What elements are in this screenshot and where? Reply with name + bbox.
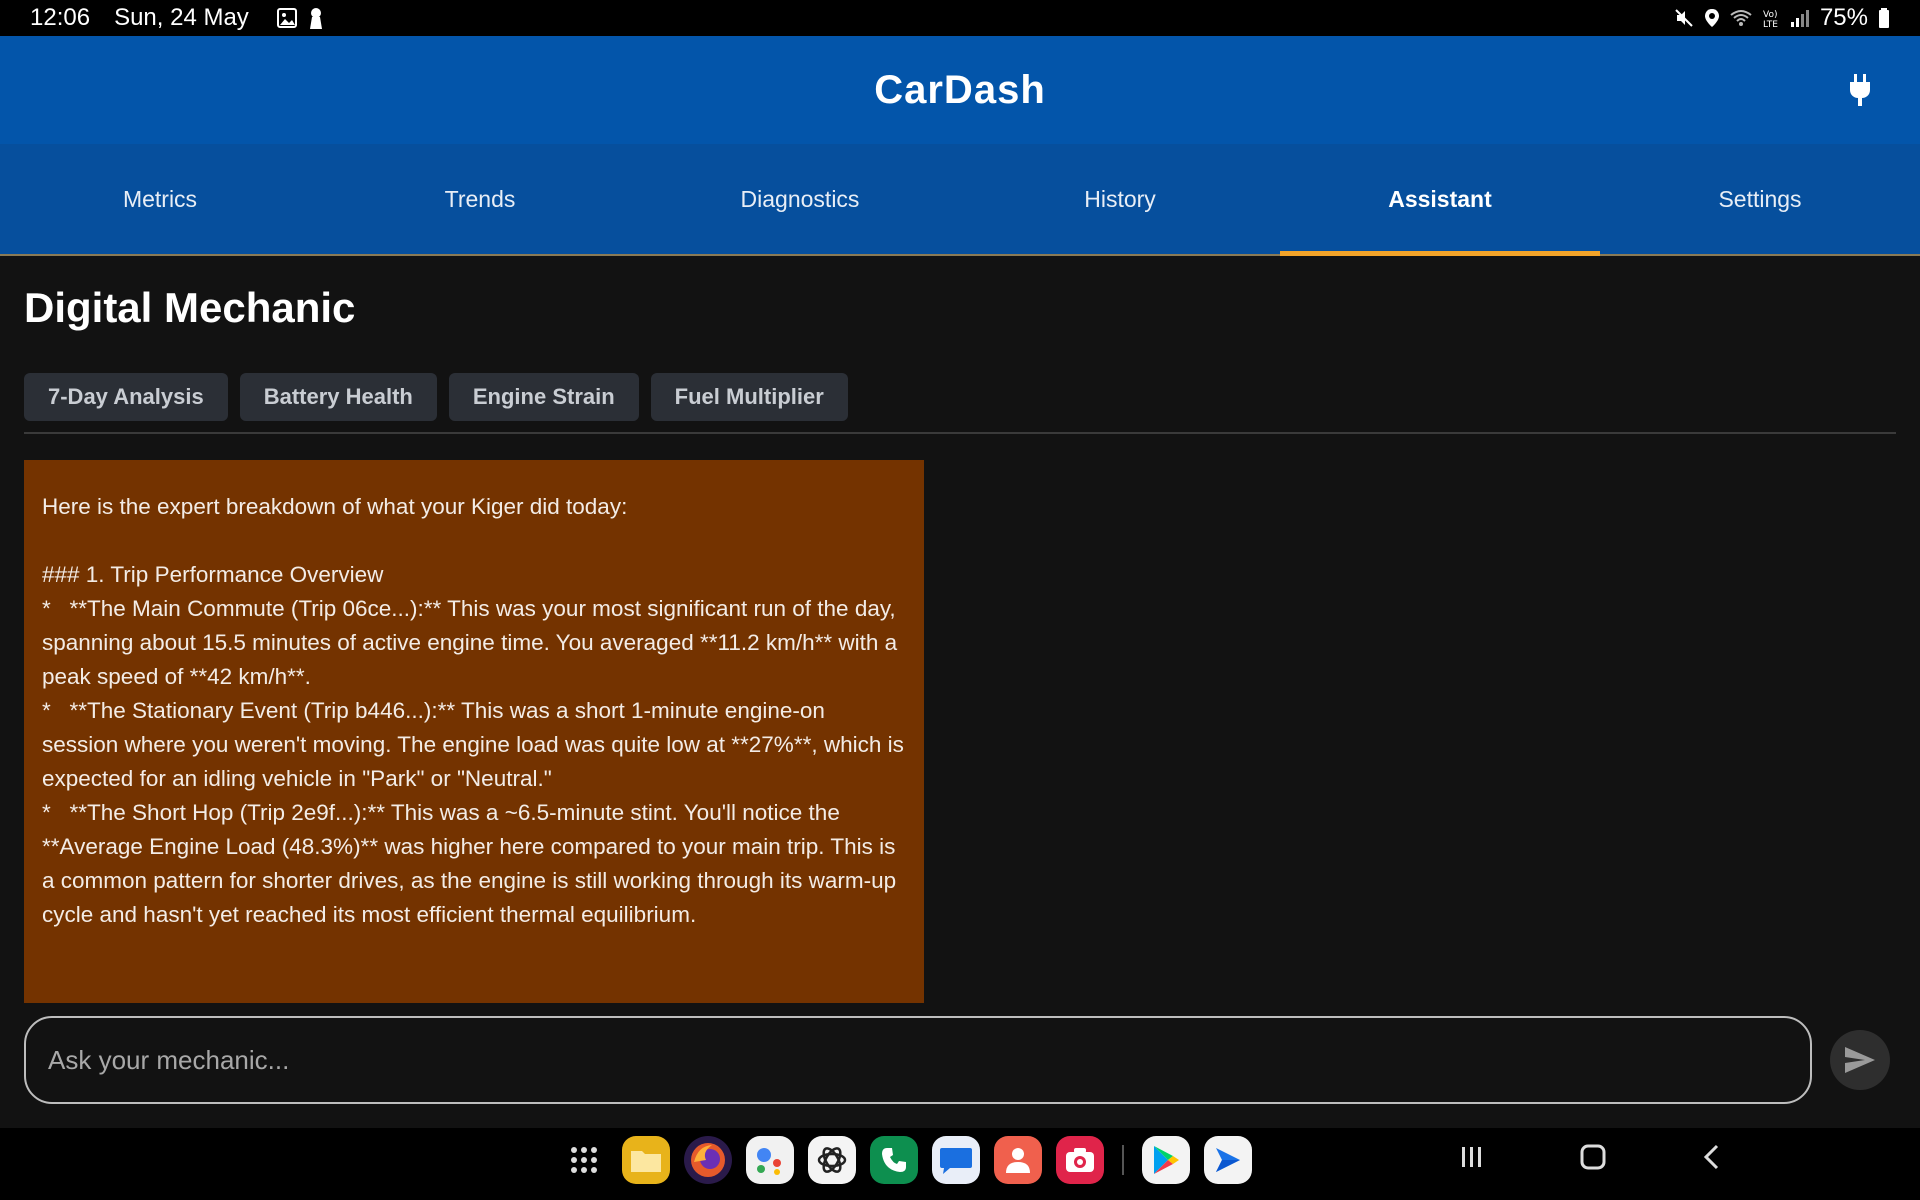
tab-label: Trends <box>444 185 516 212</box>
tab-metrics[interactable]: Metrics <box>0 144 320 254</box>
svg-text:Vo): Vo) <box>1763 10 1777 20</box>
contacts-icon[interactable] <box>994 1136 1042 1184</box>
tab-label: History <box>1084 185 1156 212</box>
files-icon[interactable] <box>622 1136 670 1184</box>
image-icon <box>276 8 297 28</box>
firefox-icon[interactable] <box>684 1136 732 1184</box>
wifi-icon <box>1730 10 1752 26</box>
suggestion-chips: 7-Day Analysis Battery Health Engine Str… <box>24 373 848 421</box>
tab-history[interactable]: History <box>960 144 1280 254</box>
app-title: CarDash <box>874 67 1046 112</box>
dock-separator <box>1122 1145 1124 1175</box>
chip-fuel-multiplier[interactable]: Fuel Multiplier <box>650 373 848 421</box>
location-icon <box>1704 9 1719 27</box>
signal-icon <box>1790 10 1809 27</box>
back-icon[interactable] <box>1702 1144 1720 1170</box>
status-bar: 12:06 Sun, 24 May Vo) LTE 75% <box>0 0 1920 36</box>
chat-input[interactable] <box>48 1044 1788 1076</box>
chip-7-day-analysis[interactable]: 7-Day Analysis <box>24 373 228 421</box>
app-bar: CarDash <box>0 36 1920 144</box>
home-icon[interactable] <box>1580 1144 1606 1170</box>
mute-icon <box>1675 9 1693 27</box>
battery-percent: 75% <box>1819 4 1868 31</box>
nav-buttons <box>1460 1144 1720 1170</box>
tab-bar: Metrics Trends Diagnostics History Assis… <box>0 144 1920 256</box>
tab-settings[interactable]: Settings <box>1600 144 1920 254</box>
tab-assistant[interactable]: Assistant <box>1280 144 1600 256</box>
tab-trends[interactable]: Trends <box>320 144 640 254</box>
messages-icon[interactable] <box>932 1136 980 1184</box>
plug-icon[interactable] <box>1848 74 1872 106</box>
chip-engine-strain[interactable]: Engine Strain <box>448 373 639 421</box>
tab-label: Assistant <box>1388 185 1492 212</box>
status-date: Sun, 24 May <box>114 4 249 31</box>
status-icons-left <box>276 7 323 29</box>
tab-label: Diagnostics <box>740 185 860 212</box>
keyhole-icon <box>309 8 322 29</box>
assistant-icon[interactable] <box>746 1136 794 1184</box>
page-title: Digital Mechanic <box>24 284 356 331</box>
play-store-icon[interactable] <box>1142 1136 1190 1184</box>
volte-icon: Vo)LTE <box>1763 10 1778 28</box>
tab-diagnostics[interactable]: Diagnostics <box>640 144 960 254</box>
status-left: 12:06 Sun, 24 May <box>30 4 323 32</box>
recents-icon[interactable] <box>1460 1145 1484 1169</box>
chat-input-container[interactable] <box>24 1016 1812 1104</box>
send-icon <box>1845 1047 1875 1073</box>
tab-label: Metrics <box>122 185 198 212</box>
phone-icon[interactable] <box>870 1136 918 1184</box>
chip-battery-health[interactable]: Battery Health <box>239 373 437 421</box>
battery-icon <box>1879 8 1889 28</box>
camera-icon[interactable] <box>1056 1136 1104 1184</box>
send-button[interactable] <box>1830 1030 1890 1090</box>
chatgpt-icon[interactable] <box>808 1136 856 1184</box>
assistant-message: Here is the expert breakdown of what you… <box>24 460 924 1003</box>
app-drawer-icon[interactable] <box>560 1136 608 1184</box>
dock <box>560 1136 1252 1184</box>
navigation-bar <box>0 1128 1920 1200</box>
svg-text:LTE: LTE <box>1763 20 1778 28</box>
status-time: 12:06 <box>30 4 91 31</box>
status-right: Vo) LTE 75% <box>1674 4 1890 32</box>
divider <box>24 432 1896 434</box>
play-games-icon[interactable] <box>1204 1136 1252 1184</box>
tab-label: Settings <box>1718 185 1802 212</box>
